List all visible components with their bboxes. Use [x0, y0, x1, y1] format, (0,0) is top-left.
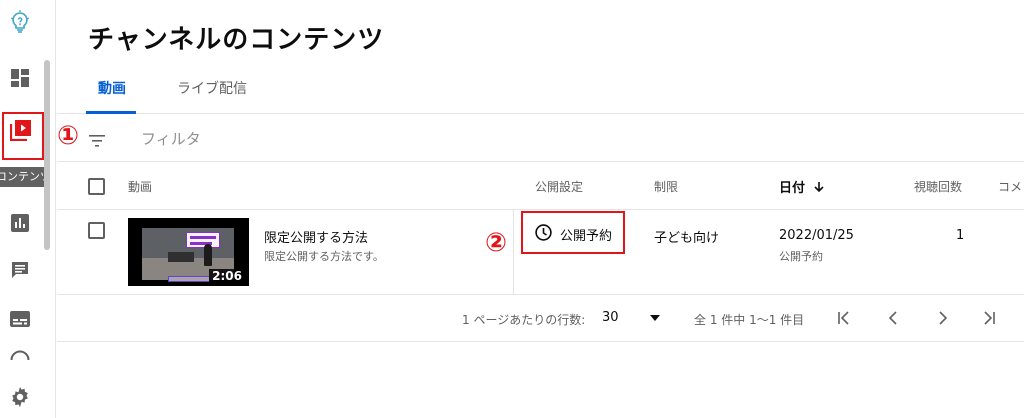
page-title: チャンネルのコンテンツ — [88, 25, 385, 55]
table-row[interactable]: 2:06 限定公開する方法 限定公開する方法です。 ② 公開予約 子ども向け 2… — [57, 210, 1024, 295]
visibility-label: 公開予約 — [560, 229, 613, 244]
header-video: 動画 — [128, 180, 153, 194]
clock-icon — [535, 224, 552, 245]
header-date[interactable]: 日付 — [779, 177, 824, 196]
video-title[interactable]: 限定公開する方法 — [264, 227, 368, 246]
table-header: 動画 公開設定 制限 日付 視聴回数 コメ — [57, 162, 1024, 210]
filter-input[interactable]: フィルタ — [141, 128, 201, 149]
first-page-icon[interactable] — [832, 306, 856, 330]
video-duration: 2:06 — [209, 269, 245, 283]
annotation-marker-2: ② — [485, 228, 508, 258]
thumbnail-board — [186, 232, 220, 248]
views-value: 1 — [956, 228, 965, 243]
previous-page-icon[interactable] — [882, 306, 906, 330]
restriction-value: 子ども向け — [654, 231, 720, 246]
tab-videos[interactable]: 動画 — [98, 78, 126, 98]
analytics-icon[interactable] — [8, 211, 32, 235]
sidebar-scrollbar[interactable] — [44, 60, 50, 250]
date-value: 2022/01/25 — [779, 228, 854, 243]
content-tooltip: コンテンツ — [0, 167, 50, 187]
select-all-checkbox[interactable] — [88, 178, 105, 195]
header-restrictions[interactable]: 制限 — [654, 178, 678, 195]
content-icon[interactable] — [9, 118, 33, 142]
rows-per-page-label: 1 ページあたりの行数: — [462, 313, 586, 327]
header-date-label: 日付 — [779, 181, 806, 196]
rows-per-page-dropdown-icon[interactable] — [643, 306, 667, 330]
header-views[interactable]: 視聴回数 — [914, 178, 962, 195]
column-divider — [513, 210, 514, 294]
pagination-range: 全 1 件中 1〜1 件目 — [694, 313, 805, 327]
comments-icon[interactable] — [8, 258, 32, 282]
lightbulb-icon[interactable] — [8, 10, 32, 34]
annotation-marker-1: ① — [57, 121, 80, 151]
filter-bar: ① フィルタ — [57, 114, 1024, 162]
rows-per-page-value[interactable]: 30 — [602, 310, 619, 325]
thumbnail-person — [204, 244, 212, 266]
last-page-icon[interactable] — [977, 306, 1001, 330]
thumbnail-table — [168, 252, 194, 262]
next-page-icon[interactable] — [930, 306, 954, 330]
copyright-icon[interactable] — [8, 350, 32, 360]
left-sidebar: コンテンツ — [0, 0, 56, 418]
tab-bar: 動画 ライブ配信 — [57, 70, 1024, 114]
filter-icon[interactable] — [89, 132, 105, 151]
arrow-down-icon — [813, 181, 824, 196]
settings-icon[interactable] — [8, 385, 32, 409]
tab-live[interactable]: ライブ配信 — [177, 78, 247, 98]
header-visibility[interactable]: 公開設定 — [535, 178, 583, 195]
visibility-dropdown[interactable]: 公開予約 — [535, 224, 612, 245]
dashboard-icon[interactable] — [8, 66, 32, 90]
pagination-bar: 1 ページあたりの行数: 30 全 1 件中 1〜1 件目 — [57, 295, 1024, 342]
header-comments[interactable]: コメ — [998, 178, 1022, 195]
thumbnail-caption — [168, 276, 210, 282]
video-description: 限定公開する方法です。 — [264, 250, 384, 263]
subtitles-icon[interactable] — [8, 307, 32, 331]
video-thumbnail[interactable]: 2:06 — [128, 218, 249, 286]
date-status: 公開予約 — [779, 250, 823, 263]
row-checkbox[interactable] — [88, 222, 105, 239]
